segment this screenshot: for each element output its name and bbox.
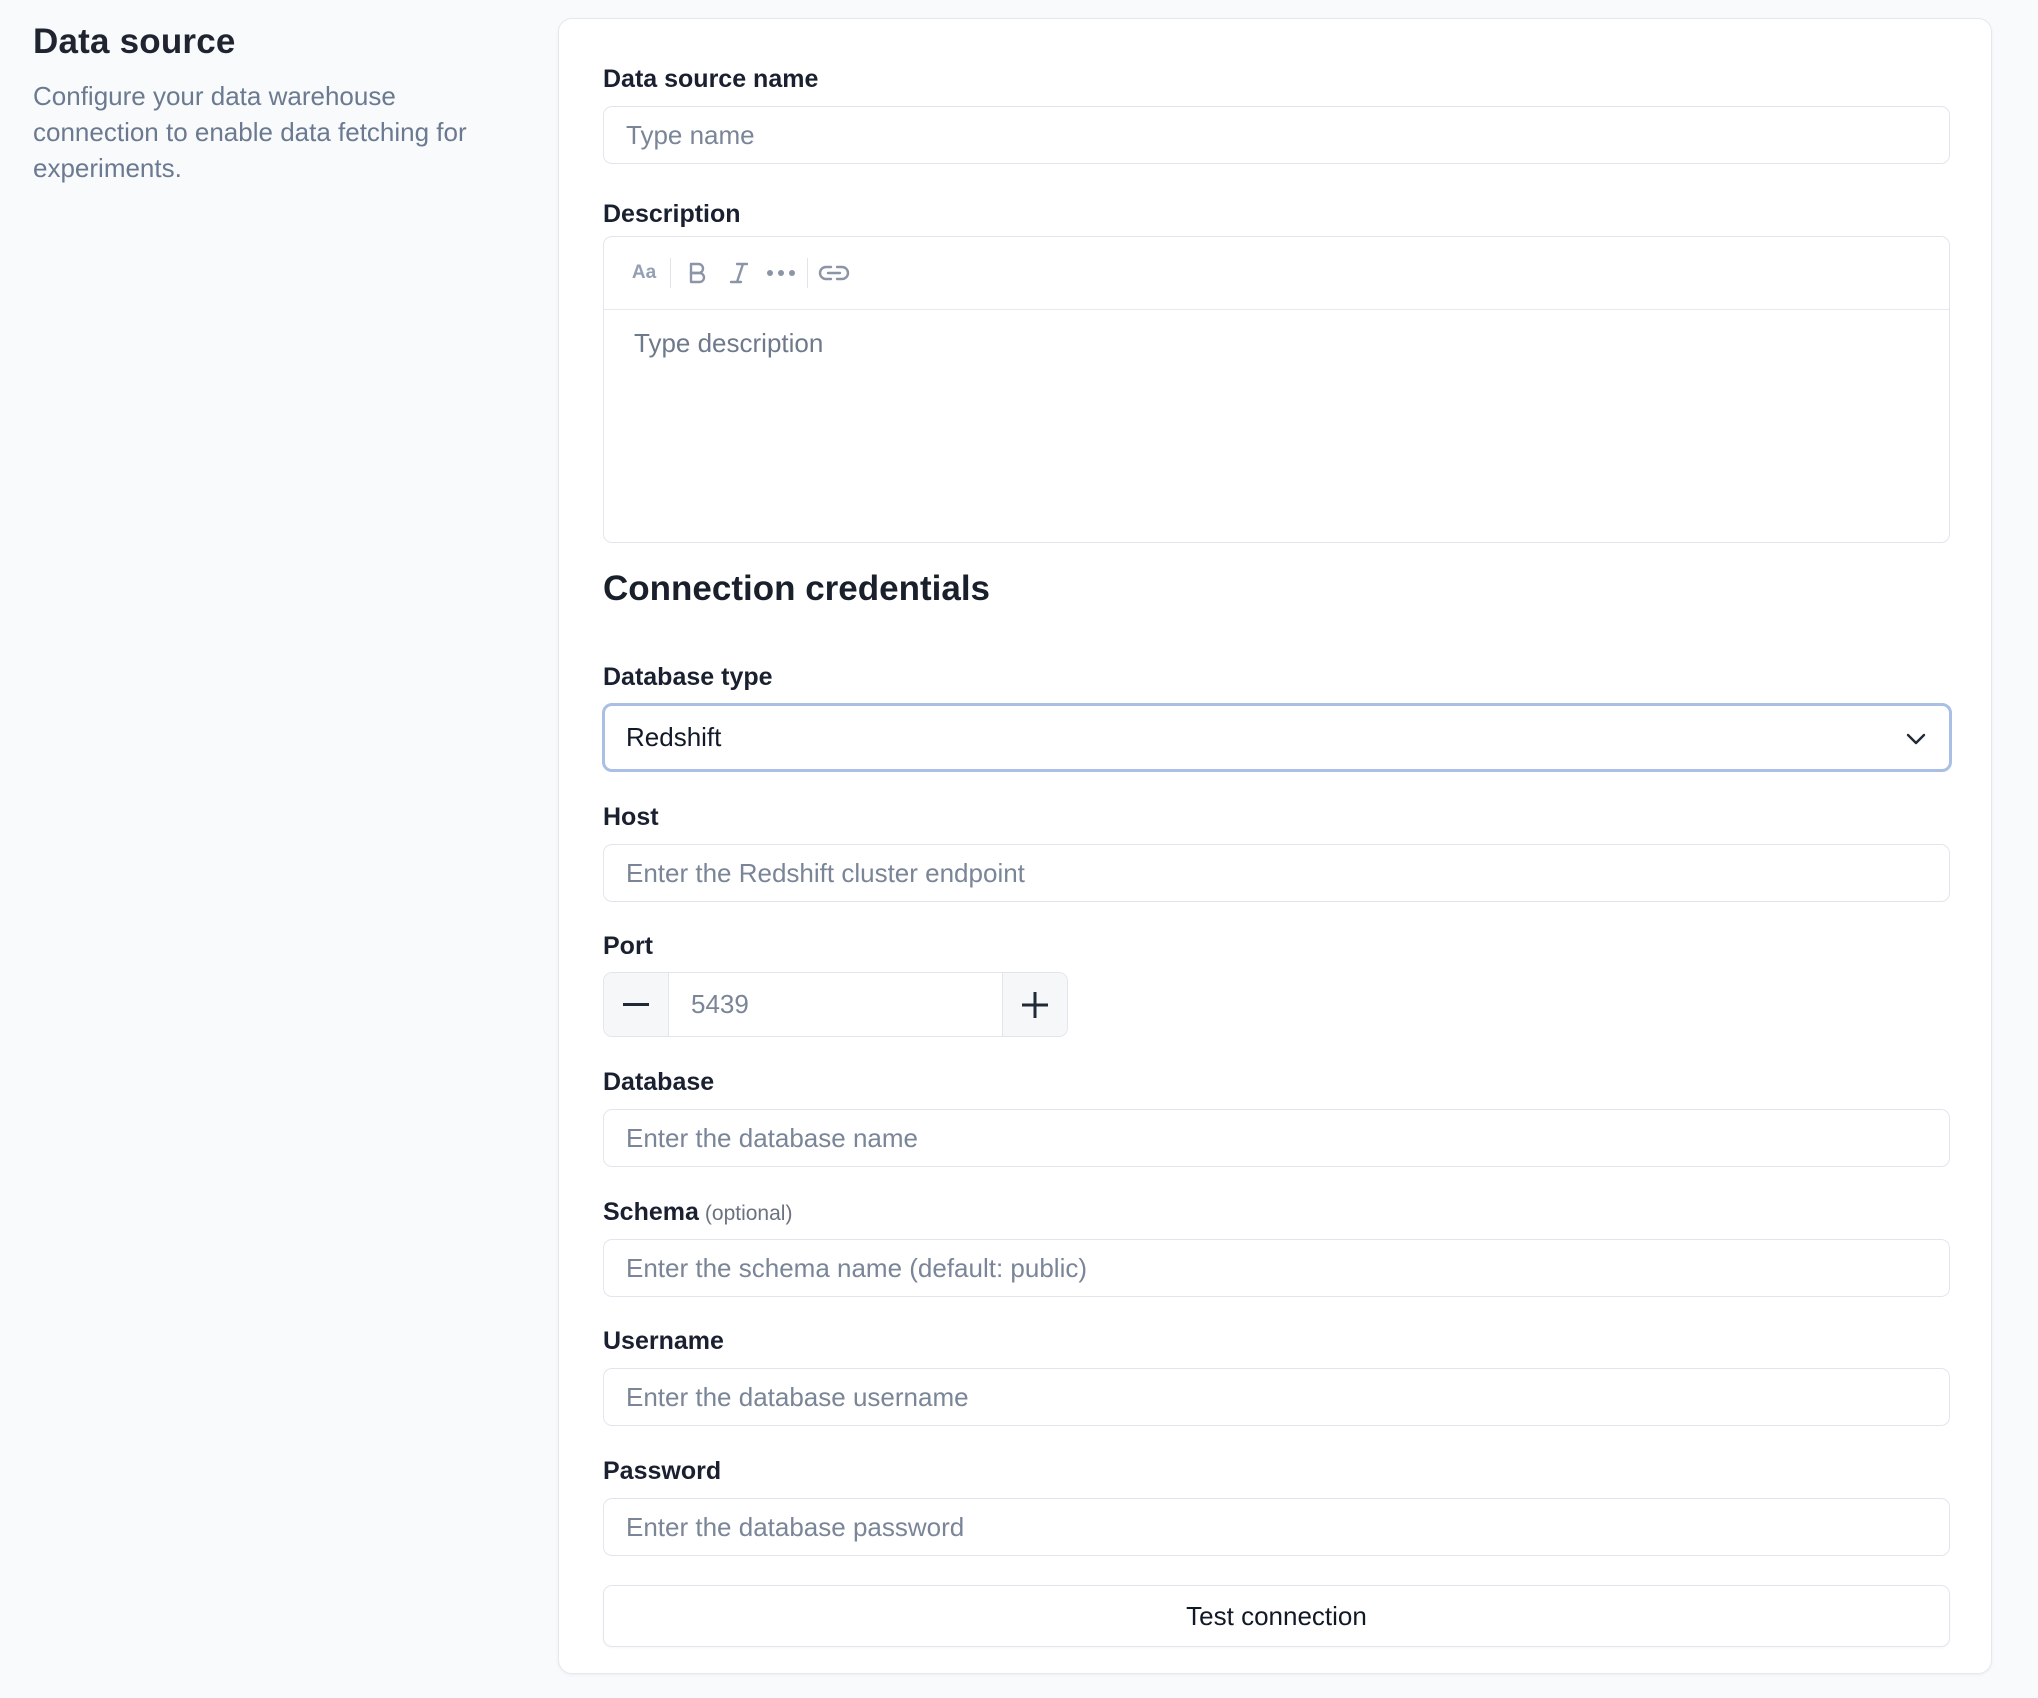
port-stepper: 5439 bbox=[603, 972, 1068, 1037]
host-label: Host bbox=[603, 803, 659, 831]
link-icon[interactable] bbox=[816, 253, 852, 293]
schema-label-text: Schema bbox=[603, 1198, 699, 1226]
chevron-down-icon bbox=[1905, 722, 1927, 753]
description-editor: Aa Type description bbox=[603, 236, 1950, 543]
password-input[interactable] bbox=[603, 1498, 1950, 1556]
connection-credentials-heading: Connection credentials bbox=[603, 569, 991, 608]
schema-input[interactable] bbox=[603, 1239, 1950, 1297]
schema-label: Schema (optional) bbox=[603, 1197, 792, 1229]
username-input[interactable] bbox=[603, 1368, 1950, 1426]
host-input[interactable] bbox=[603, 844, 1950, 902]
database-type-label: Database type bbox=[603, 663, 773, 691]
database-type-value: Redshift bbox=[626, 722, 722, 752]
toolbar-divider bbox=[807, 258, 808, 288]
page-title: Data source bbox=[33, 22, 236, 61]
font-size-glyph: Aa bbox=[631, 262, 657, 283]
minus-icon[interactable] bbox=[604, 973, 669, 1036]
test-connection-button[interactable]: Test connection bbox=[603, 1585, 1950, 1647]
page-description: Configure your data warehouse connection… bbox=[33, 81, 467, 183]
intro-panel: Data source Configure your data warehous… bbox=[33, 22, 513, 186]
more-icon[interactable] bbox=[763, 253, 799, 293]
password-label: Password bbox=[603, 1457, 722, 1485]
name-label: Data source name bbox=[603, 65, 819, 93]
page: Data source Configure your data warehous… bbox=[0, 0, 2038, 1698]
bold-icon[interactable] bbox=[679, 253, 715, 293]
database-input[interactable] bbox=[603, 1109, 1950, 1167]
port-label: Port bbox=[603, 932, 653, 960]
database-type-select[interactable]: Redshift bbox=[602, 703, 1952, 772]
description-text-area[interactable]: Type description bbox=[604, 310, 1949, 377]
italic-icon[interactable] bbox=[721, 253, 757, 293]
name-input[interactable] bbox=[603, 106, 1950, 164]
plus-icon[interactable] bbox=[1002, 973, 1067, 1036]
font-size-icon[interactable]: Aa bbox=[626, 253, 662, 293]
optional-note: (optional) bbox=[704, 1202, 793, 1225]
database-label: Database bbox=[603, 1068, 715, 1096]
toolbar-divider bbox=[670, 258, 671, 288]
editor-toolbar: Aa bbox=[604, 237, 1949, 310]
username-label: Username bbox=[603, 1327, 724, 1355]
data-source-form-card: Data source name Description Aa bbox=[558, 18, 1992, 1674]
description-label: Description bbox=[603, 200, 741, 228]
port-input[interactable]: 5439 bbox=[669, 973, 1002, 1036]
